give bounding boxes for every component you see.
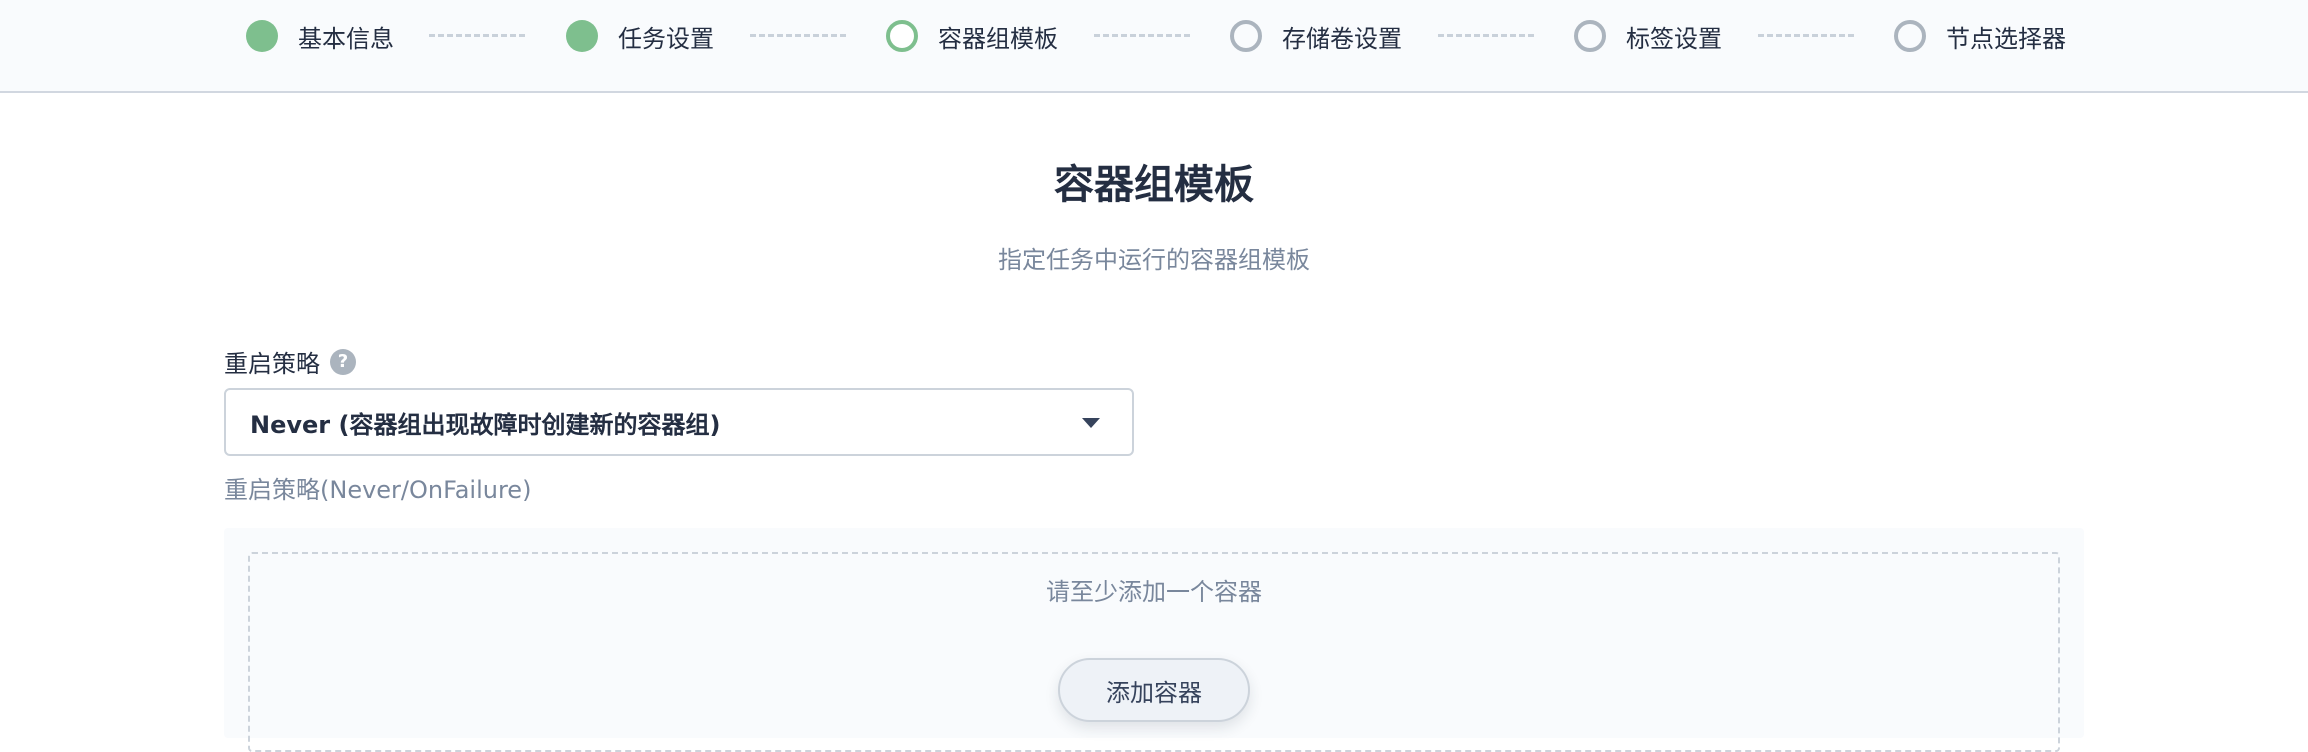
step-active-icon: [886, 20, 918, 52]
restart-policy-select[interactable]: Never (容器组出现故障时创建新的容器组): [224, 388, 1134, 456]
step-separator: [429, 34, 525, 37]
restart-policy-description: 重启策略(Never/OnFailure): [224, 476, 532, 504]
step-label: 节点选择器: [1946, 24, 2066, 53]
step-done-icon: [566, 20, 598, 52]
step-task-settings[interactable]: 任务设置: [566, 14, 714, 58]
step-pod-template[interactable]: 容器组模板: [886, 14, 1058, 58]
add-container-button[interactable]: 添加容器: [1058, 658, 1250, 722]
step-node-selector[interactable]: 节点选择器: [1894, 14, 2066, 58]
step-pending-icon: [1894, 20, 1926, 52]
step-done-icon: [246, 20, 278, 52]
step-label: 基本信息: [298, 24, 394, 53]
step-separator: [1438, 34, 1534, 37]
page-subtitle: 指定任务中运行的容器组模板: [998, 246, 1310, 274]
step-label-settings[interactable]: 标签设置: [1574, 14, 1722, 58]
page-title: 容器组模板: [1054, 162, 1254, 208]
step-separator: [1094, 34, 1190, 37]
restart-policy-label: 重启策略 ?: [224, 344, 356, 379]
step-pending-icon: [1574, 20, 1606, 52]
restart-policy-label-text: 重启策略: [224, 350, 320, 378]
container-empty-text: 请至少添加一个容器: [1046, 578, 1262, 606]
step-separator: [750, 34, 846, 37]
restart-policy-value: Never (容器组出现故障时创建新的容器组): [250, 410, 721, 439]
step-basic-info[interactable]: 基本信息: [246, 14, 394, 58]
step-label: 标签设置: [1626, 24, 1722, 53]
step-volume-settings[interactable]: 存储卷设置: [1230, 14, 1402, 58]
step-separator: [1758, 34, 1854, 37]
caret-down-icon: [1082, 418, 1100, 428]
step-pending-icon: [1230, 20, 1262, 52]
question-mark-icon[interactable]: ?: [330, 348, 356, 375]
step-bar: 基本信息 任务设置 容器组模板 存储卷设置 标签设置 节点选择器: [0, 0, 2308, 93]
step-label: 任务设置: [618, 24, 714, 53]
step-label: 容器组模板: [938, 24, 1058, 53]
step-label: 存储卷设置: [1282, 24, 1402, 53]
